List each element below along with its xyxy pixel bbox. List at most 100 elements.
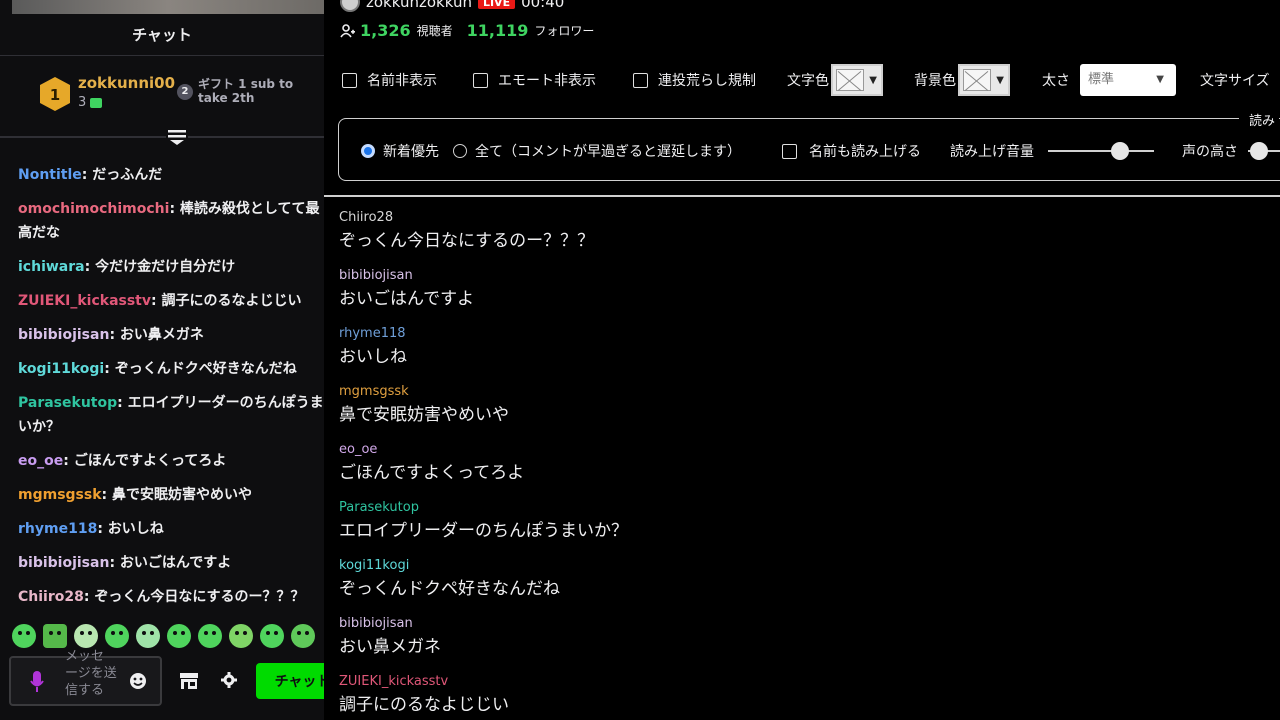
uptime: 00:40	[521, 0, 565, 11]
gift-top-user[interactable]: zokkunni00	[78, 74, 175, 92]
chat-input[interactable]: メッセージを送信する	[9, 649, 162, 706]
rank-1-badge-icon: 1	[40, 77, 70, 111]
tts-legend: 読み	[1238, 110, 1279, 129]
chat-username[interactable]: bibibiojisan	[18, 327, 109, 343]
emote-icon[interactable]	[291, 624, 315, 648]
avatar[interactable]	[340, 0, 360, 12]
chat-username[interactable]: mgmsgssk	[18, 487, 102, 503]
read-all-label: 全て（コメントが早過ぎると遅延します）	[475, 144, 741, 160]
emote-icon[interactable]	[12, 624, 36, 648]
spam-filter-option[interactable]: 連投荒らし規制	[633, 64, 756, 96]
emote-icon[interactable]	[105, 624, 129, 648]
chat-message-text: ぞっくんドクペ好きなんだね	[114, 361, 297, 377]
volume-option: 読み上げ音量	[950, 131, 1154, 171]
channel-name[interactable]: zokkunzokkun	[366, 0, 472, 11]
feed-username: rhyme118	[339, 326, 406, 341]
chat-message-list: Nontitle: だっふんだ omochimochimochi: 棒読み殺伐とし…	[0, 158, 324, 614]
read-names-label: 名前も読み上げる	[809, 144, 921, 160]
viewer-count: 1,326	[360, 21, 411, 40]
store-icon[interactable]	[179, 671, 199, 690]
emote-icon[interactable]	[43, 624, 67, 648]
tts-options: 新着優先 全て（コメントが早過ぎると遅延します） 名前も読み上げる 読み上げ音量	[361, 131, 1280, 171]
chat-username[interactable]: Parasekutop	[18, 395, 117, 411]
svg-text:1: 1	[50, 86, 60, 104]
chat-username[interactable]: ichiwara	[18, 259, 85, 275]
chevron-down-icon: ▼	[1156, 74, 1164, 85]
chat-message-text: 調子にのるなよじじい	[161, 293, 302, 309]
send-chat-button[interactable]: チャット	[256, 663, 324, 699]
comment-viewer: zokkunzokkun LIVE 00:40 1,326 視聴者 11,119…	[324, 0, 1280, 720]
chat-message: ichiwara: 今だけ金だけ自分だけ	[18, 259, 236, 275]
volume-slider-handle[interactable]	[1111, 142, 1130, 160]
gear-icon[interactable]	[221, 672, 237, 688]
volume-slider[interactable]	[1048, 141, 1154, 161]
chat-username[interactable]: eo_oe	[18, 453, 63, 469]
pitch-slider[interactable]	[1248, 141, 1280, 161]
feed-username: ZUIEKI_kickasstv	[339, 674, 449, 689]
chat-message: rhyme118: おいしね	[18, 521, 164, 537]
hide-names-checkbox[interactable]	[342, 72, 357, 88]
chat-username[interactable]: Chiiro28	[18, 589, 84, 605]
microphone-icon[interactable]	[29, 670, 45, 694]
chat-username[interactable]: bibibiojisan	[18, 555, 109, 571]
chat-message: Parasekutop: エロイプリーダーのちんぽうまいか？	[18, 395, 324, 435]
hide-emotes-option[interactable]: エモート非表示	[473, 64, 596, 96]
gift-leaderboard[interactable]: 1 zokkunni00 3 2 ギフト 1 sub to take 2th	[0, 64, 324, 124]
read-all-option[interactable]: 全て（コメントが早過ぎると遅延します）	[453, 131, 741, 171]
comment-feed: Chiiro28 ぞっくん今日なにするのー？？？ bibibiojisan おいごはん…	[339, 208, 1269, 720]
read-names-checkbox[interactable]	[782, 143, 797, 159]
emote-icon[interactable]	[260, 624, 284, 648]
collapse-leaderboard-icon[interactable]	[166, 128, 188, 146]
emote-picker-icon[interactable]	[129, 672, 147, 690]
chat-message-text: 今だけ金だけ自分だけ	[95, 259, 236, 275]
read-all-radio[interactable]	[453, 144, 467, 158]
read-names-option[interactable]: 名前も読み上げる	[782, 131, 921, 171]
bg-color-option: 背景色 ▼	[914, 64, 1010, 96]
feed-comment: mgmsgssk 鼻で安眠妨害やめいや	[339, 382, 1269, 440]
bg-color-label: 背景色	[914, 73, 956, 89]
feed-username: eo_oe	[339, 442, 378, 457]
chat-message-text: おいごはんですよ	[119, 555, 232, 571]
tts-settings: 読み 新着優先 全て（コメントが早過ぎると遅延します） 名前も読み上げる 読み上…	[338, 110, 1280, 181]
rank-2-badge: 2	[177, 84, 193, 100]
feed-comment-text: ごほんですよくってろよ	[339, 463, 525, 483]
chat-message-text: おいしね	[107, 521, 164, 537]
chat-username[interactable]: omochimochimochi	[18, 201, 169, 217]
chat-username[interactable]: rhyme118	[18, 521, 97, 537]
emote-icon[interactable]	[167, 624, 191, 648]
emote-icon[interactable]	[198, 624, 222, 648]
font-size-option: 文字サイズ	[1200, 64, 1270, 96]
app-root: チャット 1 zokkunni00 3 2 ギフト 1 sub to take …	[0, 0, 1280, 720]
emote-icon[interactable]	[229, 624, 253, 648]
text-color-picker[interactable]: ▼	[831, 64, 883, 96]
hide-emotes-checkbox[interactable]	[473, 72, 488, 88]
feed-username: Chiiro28	[339, 210, 394, 225]
feed-username: mgmsgssk	[339, 384, 409, 399]
weight-select[interactable]: 標準 ▼	[1080, 64, 1176, 96]
spam-filter-checkbox[interactable]	[633, 72, 648, 88]
emote-icon[interactable]	[74, 624, 98, 648]
stream-header: zokkunzokkun LIVE 00:40	[340, 0, 564, 13]
feed-username: Parasekutop	[339, 500, 419, 515]
pitch-slider-handle[interactable]	[1250, 142, 1268, 160]
dropdown-arrow-icon: ▼	[869, 75, 877, 86]
feed-comment: bibibiojisan おい鼻メガネ	[339, 614, 1269, 672]
newest-first-option[interactable]: 新着優先	[361, 131, 439, 171]
follower-count: 11,119	[466, 21, 529, 40]
emote-icon[interactable]	[136, 624, 160, 648]
newest-first-radio[interactable]	[361, 144, 375, 158]
feed-comment: rhyme118 おいしね	[339, 324, 1269, 382]
dropdown-arrow-icon: ▼	[996, 75, 1004, 86]
feed-comment-text: 調子にのるなよじじい	[339, 695, 509, 715]
chat-username[interactable]: kogi11kogi	[18, 361, 104, 377]
chat-header-title: チャット	[0, 14, 324, 56]
follower-label: フォロワー	[534, 24, 595, 38]
text-color-option: 文字色 ▼	[787, 64, 883, 96]
bg-color-picker[interactable]: ▼	[958, 64, 1010, 96]
chat-username[interactable]: ZUIEKI_kickasstv	[18, 293, 151, 309]
chat-username[interactable]: Nontitle	[18, 167, 82, 183]
feed-comment: Parasekutop エロイプリーダーのちんぽうまいか？	[339, 498, 1269, 556]
feed-comment: Chiiro28 ぞっくん今日なにするのー？？？	[339, 208, 1269, 266]
spam-filter-label: 連投荒らし規制	[658, 73, 756, 89]
hide-names-option[interactable]: 名前非表示	[342, 64, 437, 96]
